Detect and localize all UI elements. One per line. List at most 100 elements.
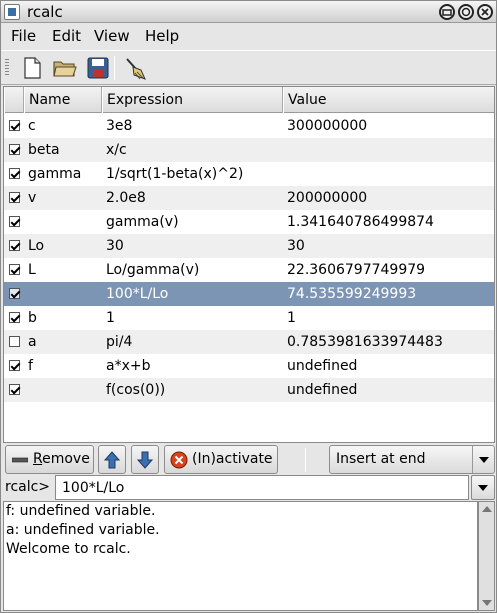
name-cell: c bbox=[28, 118, 36, 134]
expression-cell: 3e8 bbox=[106, 118, 133, 134]
chevron-down-icon[interactable] bbox=[472, 446, 494, 473]
minus-icon bbox=[12, 457, 28, 463]
active-checkbox[interactable] bbox=[9, 288, 20, 299]
move-down-button[interactable] bbox=[131, 445, 159, 474]
table-row[interactable]: gamma(v) 1.341640786499874 bbox=[4, 210, 494, 234]
value-cell: 30 bbox=[287, 238, 305, 254]
active-checkbox[interactable] bbox=[9, 120, 20, 131]
active-checkbox[interactable] bbox=[9, 168, 20, 179]
value-cell: 200000000 bbox=[287, 190, 368, 206]
name-cell: a bbox=[28, 334, 37, 350]
value-cell: 0.7853981633974483 bbox=[287, 334, 443, 350]
output-line: a: undefined variable. bbox=[6, 522, 160, 538]
history-dropdown-button[interactable] bbox=[471, 475, 495, 500]
name-cell: Lo bbox=[28, 238, 45, 254]
move-up-button[interactable] bbox=[98, 445, 126, 474]
inactivate-button[interactable]: (In)activate bbox=[164, 445, 278, 474]
new-document-icon bbox=[24, 57, 41, 79]
menu-help[interactable]: Help bbox=[145, 27, 179, 45]
expression-input[interactable] bbox=[55, 475, 469, 500]
inactivate-button-label: (In)activate bbox=[192, 451, 273, 467]
action-bar: Remove (In)activate Insert at end bbox=[3, 444, 495, 474]
table-row[interactable]: 100*L/Lo 74.535599249993 bbox=[4, 282, 494, 306]
name-cell: beta bbox=[28, 142, 60, 158]
expression-cell: 2.0e8 bbox=[106, 190, 146, 206]
column-header-expression[interactable]: Expression bbox=[102, 87, 283, 113]
active-checkbox[interactable] bbox=[9, 240, 20, 251]
minimize-button[interactable] bbox=[439, 4, 455, 20]
output-line: f: undefined variable. bbox=[6, 503, 156, 519]
table-row[interactable]: gamma 1/sqrt(1-beta(x)^2) bbox=[4, 162, 494, 186]
value-cell: undefined bbox=[287, 382, 358, 398]
value-cell: 300000000 bbox=[287, 118, 368, 134]
active-checkbox[interactable] bbox=[9, 384, 20, 395]
name-cell: f bbox=[28, 358, 33, 374]
insert-mode-dropdown[interactable]: Insert at end bbox=[329, 445, 495, 474]
remove-button[interactable]: Remove bbox=[5, 445, 94, 474]
output-scrollbar[interactable] bbox=[478, 501, 495, 611]
close-icon bbox=[481, 8, 489, 16]
column-header-value[interactable]: Value bbox=[283, 87, 494, 113]
maximize-icon bbox=[461, 7, 471, 17]
table-row[interactable]: L Lo/gamma(v) 22.3606797749979 bbox=[4, 258, 494, 282]
open-button[interactable] bbox=[51, 55, 79, 81]
clear-button[interactable] bbox=[121, 55, 149, 81]
variables-table: Name Expression Value c 3e8 300000000 beta x… bbox=[3, 86, 495, 443]
open-folder-icon bbox=[53, 61, 77, 77]
save-icon bbox=[87, 57, 109, 79]
expression-cell: 1/sqrt(1-beta(x)^2) bbox=[106, 166, 244, 182]
output-log: f: undefined variable. a: undefined vari… bbox=[3, 501, 478, 611]
maximize-button[interactable] bbox=[458, 4, 474, 20]
column-header-check[interactable] bbox=[4, 87, 24, 113]
name-cell: b bbox=[28, 310, 37, 326]
arrow-up-icon bbox=[104, 451, 120, 469]
table-row[interactable]: a pi/4 0.7853981633974483 bbox=[4, 330, 494, 354]
title-bar[interactable]: rcalc bbox=[1, 1, 496, 23]
save-button[interactable] bbox=[84, 55, 112, 81]
remove-button-label: Remove bbox=[33, 451, 90, 467]
prompt-label: rcalc> bbox=[5, 479, 51, 495]
table-row[interactable]: f(cos(0)) undefined bbox=[4, 378, 494, 402]
clear-broom-icon bbox=[126, 58, 146, 80]
table-row[interactable]: f a*x+b undefined bbox=[4, 354, 494, 378]
active-checkbox[interactable] bbox=[9, 360, 20, 371]
arrow-down-icon bbox=[137, 451, 153, 469]
name-cell: L bbox=[28, 262, 36, 278]
rcalc-window: rcalc File Edit View Help Name Expressio… bbox=[0, 0, 497, 613]
column-header-name[interactable]: Name bbox=[24, 87, 102, 113]
expression-cell: 100*L/Lo bbox=[106, 286, 169, 302]
menu-edit[interactable]: Edit bbox=[52, 27, 81, 45]
active-checkbox[interactable] bbox=[9, 312, 20, 323]
table-row[interactable]: b 1 1 bbox=[4, 306, 494, 330]
scroll-down-icon[interactable] bbox=[482, 600, 492, 606]
toolbar bbox=[1, 50, 496, 85]
prompt-bar: rcalc> bbox=[1, 475, 496, 501]
menu-view[interactable]: View bbox=[94, 27, 130, 45]
expression-cell: Lo/gamma(v) bbox=[106, 262, 200, 278]
value-cell: 1 bbox=[287, 310, 296, 326]
table-row[interactable]: v 2.0e8 200000000 bbox=[4, 186, 494, 210]
expression-cell: pi/4 bbox=[106, 334, 133, 350]
scroll-up-icon[interactable] bbox=[482, 506, 492, 512]
active-checkbox[interactable] bbox=[9, 192, 20, 203]
close-button[interactable] bbox=[477, 4, 493, 20]
active-checkbox[interactable] bbox=[9, 336, 20, 347]
active-checkbox[interactable] bbox=[9, 264, 20, 275]
menu-file[interactable]: File bbox=[11, 27, 36, 45]
value-cell: undefined bbox=[287, 358, 358, 374]
expression-cell: x/c bbox=[106, 142, 127, 158]
active-checkbox[interactable] bbox=[9, 216, 20, 227]
active-checkbox[interactable] bbox=[9, 144, 20, 155]
new-button[interactable] bbox=[18, 55, 46, 81]
value-cell: 1.341640786499874 bbox=[287, 214, 434, 230]
toolbar-grip[interactable] bbox=[5, 59, 9, 77]
insert-mode-value: Insert at end bbox=[336, 451, 426, 467]
table-header: Name Expression Value bbox=[4, 87, 494, 113]
table-row[interactable]: Lo 30 30 bbox=[4, 234, 494, 258]
name-cell: gamma bbox=[28, 166, 82, 182]
table-row[interactable]: c 3e8 300000000 bbox=[4, 114, 494, 138]
table-row[interactable]: beta x/c bbox=[4, 138, 494, 162]
app-icon[interactable] bbox=[4, 4, 20, 20]
name-cell: v bbox=[28, 190, 37, 206]
minimize-icon bbox=[442, 9, 452, 16]
